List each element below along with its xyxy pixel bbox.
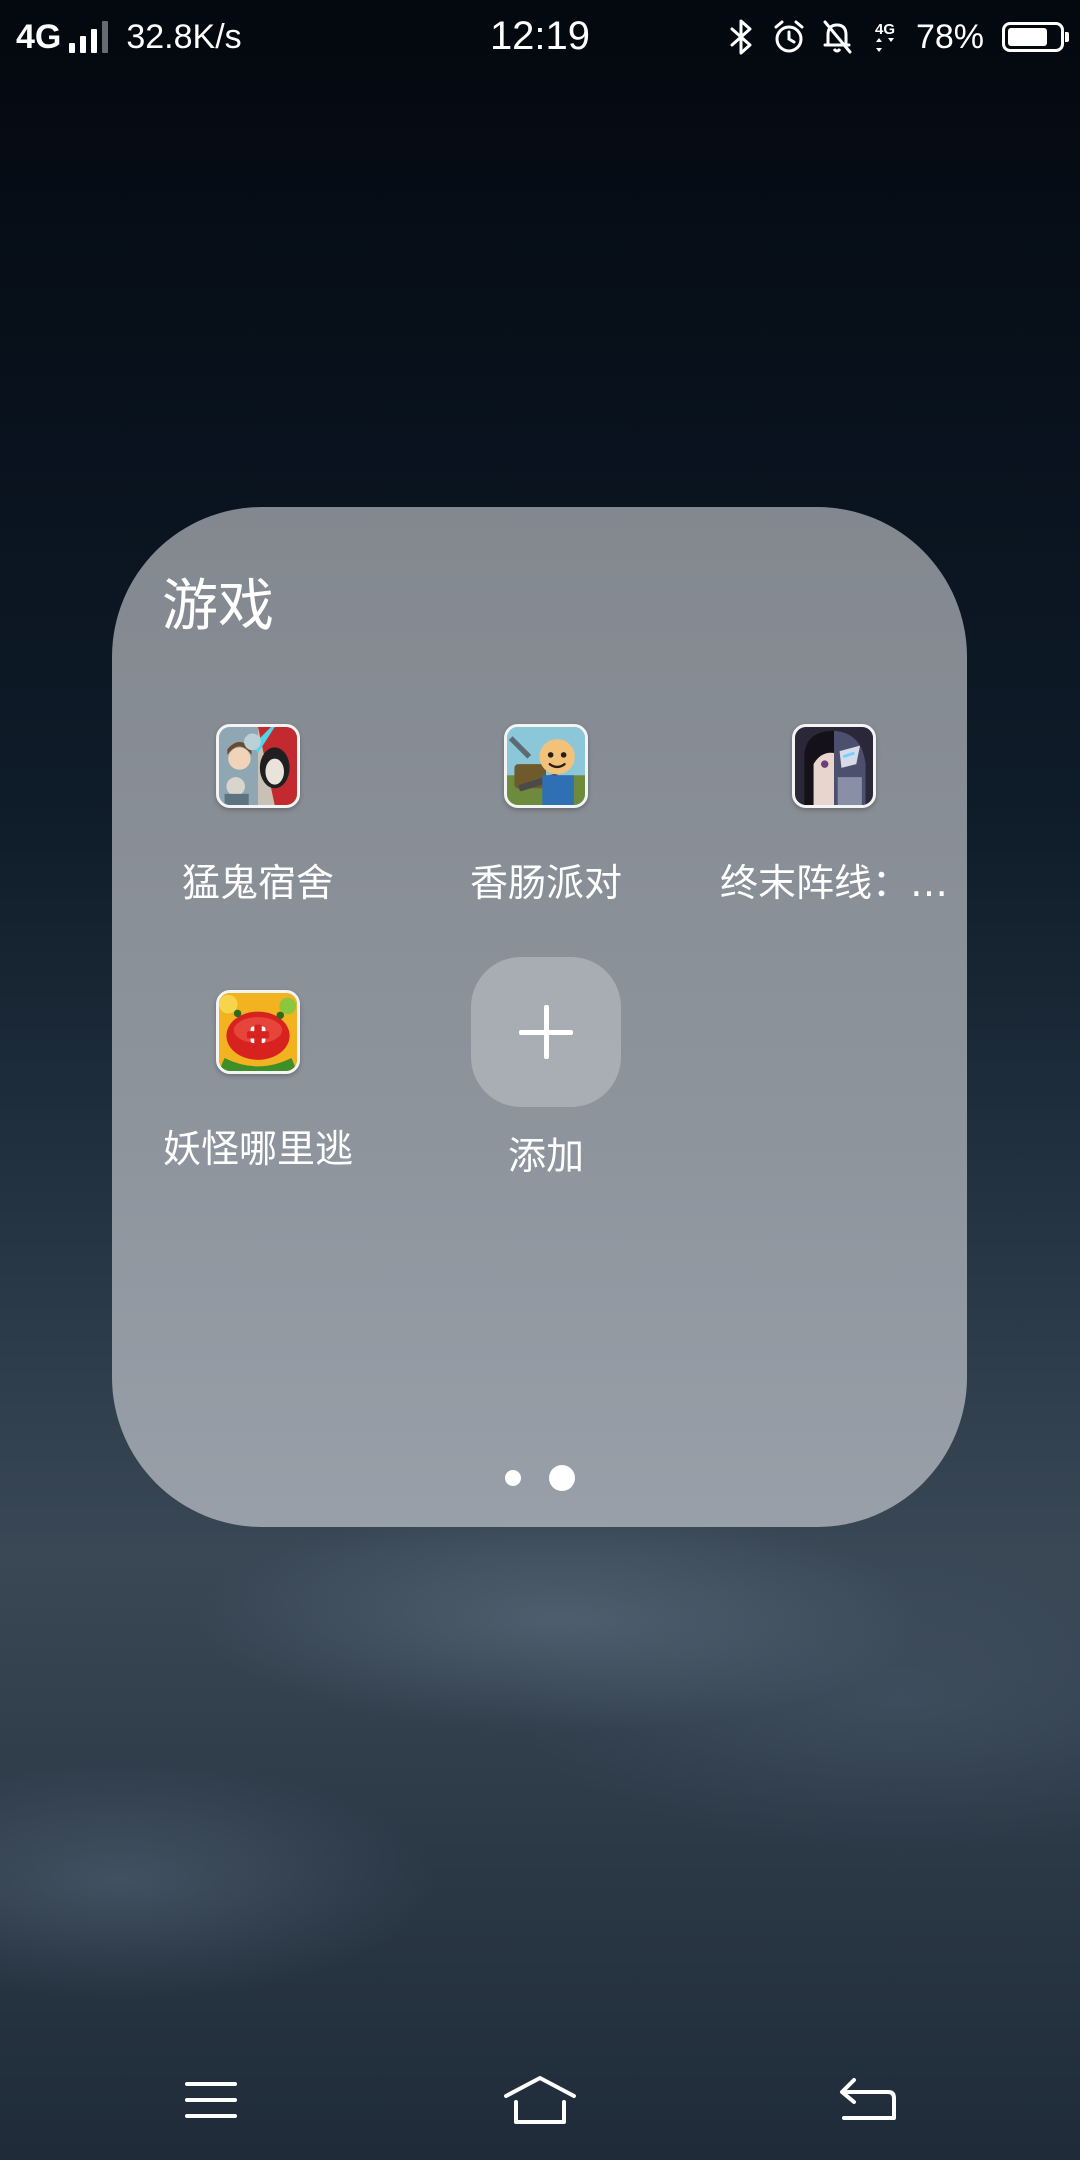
ghost-dorm-game-icon	[216, 724, 300, 808]
app-ghost-dorm[interactable]: 猛鬼宿舍	[114, 724, 402, 907]
alarm-icon	[774, 20, 804, 53]
status-bar: 4G 32.8K/s 12:19 4G 78%	[0, 0, 1080, 74]
plus-icon	[471, 957, 621, 1107]
home-icon[interactable]	[500, 2070, 580, 2130]
battery-level	[1008, 28, 1047, 46]
battery-icon	[1002, 22, 1069, 52]
add-app-button[interactable]: 添加	[402, 957, 690, 1180]
page-dot-2-active[interactable]	[548, 1465, 575, 1491]
final-front-game-icon	[792, 724, 876, 808]
svg-text:4G: 4G	[875, 21, 895, 38]
app-label: 香肠派对	[469, 861, 622, 905]
app-folder: 游戏 猛鬼宿舍 香肠派对 终末阵线：… 妖怪哪里逃 添加	[112, 507, 967, 1527]
menu-icon[interactable]	[171, 2070, 251, 2130]
app-final-front[interactable]: 终末阵线：…	[690, 724, 978, 907]
sausage-party-game-icon	[504, 724, 588, 808]
folder-title[interactable]: 游戏	[162, 561, 274, 642]
add-label: 添加	[507, 1134, 584, 1178]
page-indicator[interactable]	[112, 1465, 967, 1491]
app-sausage-party[interactable]: 香肠派对	[402, 724, 690, 907]
app-label: 猛鬼宿舍	[181, 861, 334, 905]
bluetooth-icon	[730, 19, 752, 55]
home-screen: 4G 32.8K/s 12:19 4G 78% 游戏 猛鬼宿舍 香肠派对 终末阵…	[0, 0, 1080, 2160]
monster-escape-game-icon	[216, 990, 300, 1074]
page-dot-1[interactable]	[504, 1470, 521, 1486]
navigation-bar	[0, 2040, 1080, 2160]
app-label: 妖怪哪里逃	[162, 1127, 353, 1171]
data-4g-icon: 4G	[875, 21, 895, 52]
battery-percent: 78%	[915, 17, 984, 56]
mute-bell-icon	[823, 20, 852, 54]
app-monster-escape[interactable]: 妖怪哪里逃	[114, 990, 402, 1173]
app-label: 终末阵线：…	[719, 861, 948, 905]
back-icon[interactable]	[828, 2070, 908, 2130]
